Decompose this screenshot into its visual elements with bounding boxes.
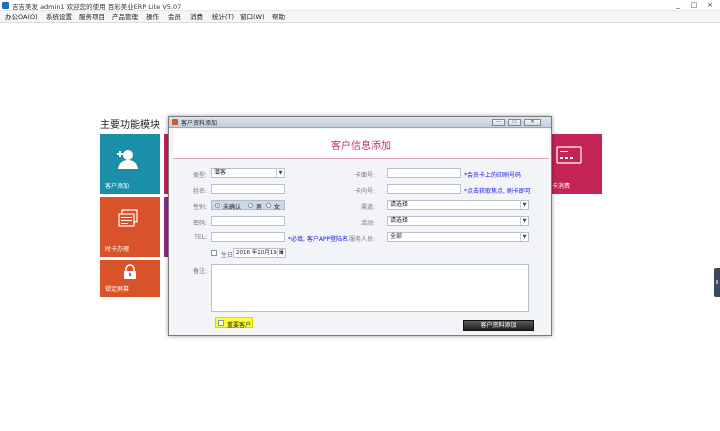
dialog-minimize-button[interactable]: —: [492, 119, 505, 126]
menu-services[interactable]: 服务项目: [79, 12, 105, 22]
card-face-input[interactable]: [387, 168, 461, 178]
type-select[interactable]: 潜客 ▼: [211, 168, 285, 178]
chevron-down-icon: ▼: [276, 169, 284, 177]
activity-select[interactable]: 请选择 ▼: [387, 216, 529, 226]
close-button[interactable]: ×: [704, 0, 716, 10]
menu-consumption[interactable]: 消费: [190, 12, 203, 22]
submit-customer-button[interactable]: 客户资料添加: [463, 320, 534, 331]
card-inner-input[interactable]: [387, 184, 461, 194]
name-label: 姓名:: [192, 188, 207, 195]
chevron-down-icon: ▼: [520, 201, 528, 209]
staff-value: 全部: [390, 233, 403, 240]
menu-window[interactable]: 窗口(W): [240, 12, 265, 22]
channel-value: 请选择: [390, 201, 409, 208]
app-title: 吉吉美发 admin1 欢迎您的使用 百彩美业ERP Lite V5.07: [12, 3, 182, 11]
tile-card-consume[interactable]: 卡消费: [546, 134, 602, 194]
menu-operations[interactable]: 操作: [146, 12, 159, 22]
staff-select[interactable]: 全部 ▼: [387, 232, 529, 242]
note-label: 备注:: [192, 268, 207, 275]
gender-radio-female[interactable]: [266, 203, 271, 208]
dialog-header: 客户信息添加: [173, 129, 549, 159]
dialog-close-button[interactable]: ✕: [524, 119, 541, 126]
important-customer-checkbox[interactable]: [218, 320, 224, 326]
tel-label: TEL:: [194, 234, 207, 241]
tel-input[interactable]: [211, 232, 285, 242]
password-label: 密码:: [192, 220, 207, 227]
gender-radio-male[interactable]: [248, 203, 253, 208]
gender-option-label: 男: [256, 204, 263, 211]
app-titlebar: 吉吉美发 admin1 欢迎您的使用 百彩美业ERP Lite V5.07 _ …: [0, 0, 720, 11]
tile-label: 时卡办理: [105, 246, 130, 253]
important-customer-toggle[interactable]: 重要客户: [215, 317, 253, 329]
name-input[interactable]: [211, 184, 285, 194]
tile-lock-screen[interactable]: 锁定屏幕: [100, 260, 160, 297]
password-input[interactable]: [211, 216, 285, 226]
card-inner-label: 卡内号:: [354, 188, 375, 195]
birthday-checkbox[interactable]: [211, 250, 217, 256]
customer-add-dialog: 客户资料添加 — ▭ ✕ 客户信息添加 类型: 潜客 ▼ 姓名: 性别: 未确认…: [168, 116, 552, 336]
tile-label: 锁定屏幕: [105, 286, 130, 293]
tile-add-customer[interactable]: 客户添加: [100, 134, 160, 194]
side-panel-handle[interactable]: [714, 268, 720, 297]
menu-office[interactable]: 办公OA(O): [5, 12, 38, 22]
gender-label: 性别:: [192, 204, 207, 211]
header-divider: [173, 158, 549, 159]
dialog-app-icon: [172, 119, 178, 125]
menu-products[interactable]: 产品管理: [112, 12, 138, 22]
cards-icon: [118, 209, 138, 227]
lock-icon: [124, 264, 136, 279]
channel-select[interactable]: 请选择 ▼: [387, 200, 529, 210]
menu-statistics[interactable]: 统计(T): [212, 12, 234, 22]
card-icon: [556, 146, 582, 164]
channel-label: 渠道:: [360, 204, 375, 211]
dialog-heading: 客户信息添加: [331, 141, 391, 152]
tile-label: 卡消费: [552, 183, 571, 190]
birthday-date-picker[interactable]: 2016 年10月19 日 ▼: [233, 248, 286, 258]
section-title: 主要功能模块: [100, 120, 160, 131]
chevron-down-icon: ▼: [520, 217, 528, 225]
note-textarea[interactable]: [211, 264, 529, 312]
tile-time-card[interactable]: 时卡办理: [100, 197, 160, 257]
add-user-icon: [117, 150, 138, 169]
gender-radio-unconfirmed[interactable]: [215, 203, 220, 208]
menu-members[interactable]: 会员: [168, 12, 181, 22]
activity-label: 活动:: [360, 220, 375, 227]
menu-help[interactable]: 帮助: [272, 12, 285, 22]
dialog-titlebar[interactable]: 客户资料添加 — ▭ ✕: [169, 117, 551, 128]
activity-value: 请选择: [390, 217, 409, 224]
birthday-label: 生日: [221, 252, 234, 259]
gender-radio-group: 未确认 男 女: [211, 200, 285, 211]
chevron-down-icon: ▼: [520, 233, 528, 241]
customer-form: 类型: 潜客 ▼ 姓名: 性别: 未确认 男 女 密码: TEL: *必填, 客…: [173, 160, 549, 331]
menu-bar: 办公OA(O) 系统设置 服务项目 产品管理 操作 会员 消费 统计(T) 窗口…: [0, 11, 720, 23]
card-face-label: 卡面号:: [354, 172, 375, 179]
card-inner-hint: *点击获取焦点, 刷卡即可: [464, 188, 531, 195]
important-customer-label: 重要客户: [227, 322, 252, 329]
chevron-down-icon: ▼: [277, 249, 285, 257]
staff-label: 服务人员:: [348, 236, 375, 243]
restore-button[interactable]: □: [688, 0, 700, 10]
gender-option-label: 女: [274, 204, 281, 211]
gender-option-label: 未确认: [223, 204, 242, 211]
tile-label: 客户添加: [105, 183, 130, 190]
card-face-hint: *会员卡上的印刷号码: [464, 172, 522, 179]
app-logo-icon: [2, 2, 9, 9]
dialog-restore-button[interactable]: ▭: [508, 119, 521, 126]
type-label: 类型:: [192, 172, 207, 179]
type-value: 潜客: [214, 169, 227, 176]
minimize-button[interactable]: _: [672, 0, 684, 10]
dialog-title: 客户资料添加: [181, 120, 218, 127]
menu-system-settings[interactable]: 系统设置: [46, 12, 72, 22]
